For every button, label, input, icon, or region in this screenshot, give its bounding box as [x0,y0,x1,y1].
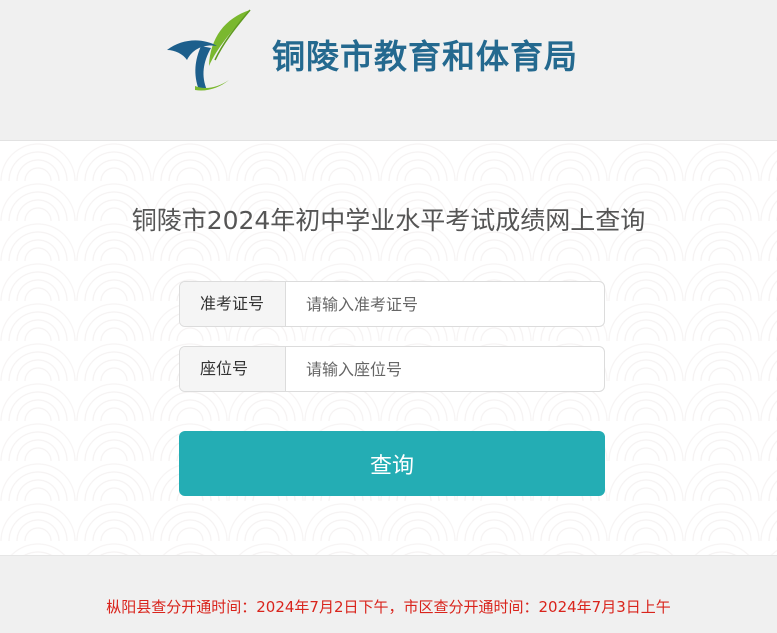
bureau-logo-icon [167,9,251,91]
open-time-notice: 枞阳县查分开通时间：2024年7月2日下午，市区查分开通时间：2024年7月3日… [106,598,671,616]
page-title: 铜陵市2024年初中学业水平考试成绩网上查询 [131,206,646,235]
seat-number-field: 座位号 [179,346,605,392]
seat-number-input[interactable] [287,347,602,391]
exam-number-input[interactable] [287,282,602,326]
seat-number-label: 座位号 [180,347,286,391]
footer: 枞阳县查分开通时间：2024年7月2日下午，市区查分开通时间：2024年7月3日… [0,556,777,633]
query-panel: 铜陵市2024年初中学业水平考试成绩网上查询 准考证号 座位号 查询 [0,141,777,556]
page: 铜陵市教育和体育局 铜陵市2024年初中学业水平考试成绩网上查询 准考证号 座位… [0,0,777,633]
exam-number-label: 准考证号 [180,282,286,326]
header: 铜陵市教育和体育局 [0,0,777,141]
org-name: 铜陵市教育和体育局 [272,37,578,76]
query-button[interactable]: 查询 [179,431,605,496]
exam-number-field: 准考证号 [179,281,605,327]
